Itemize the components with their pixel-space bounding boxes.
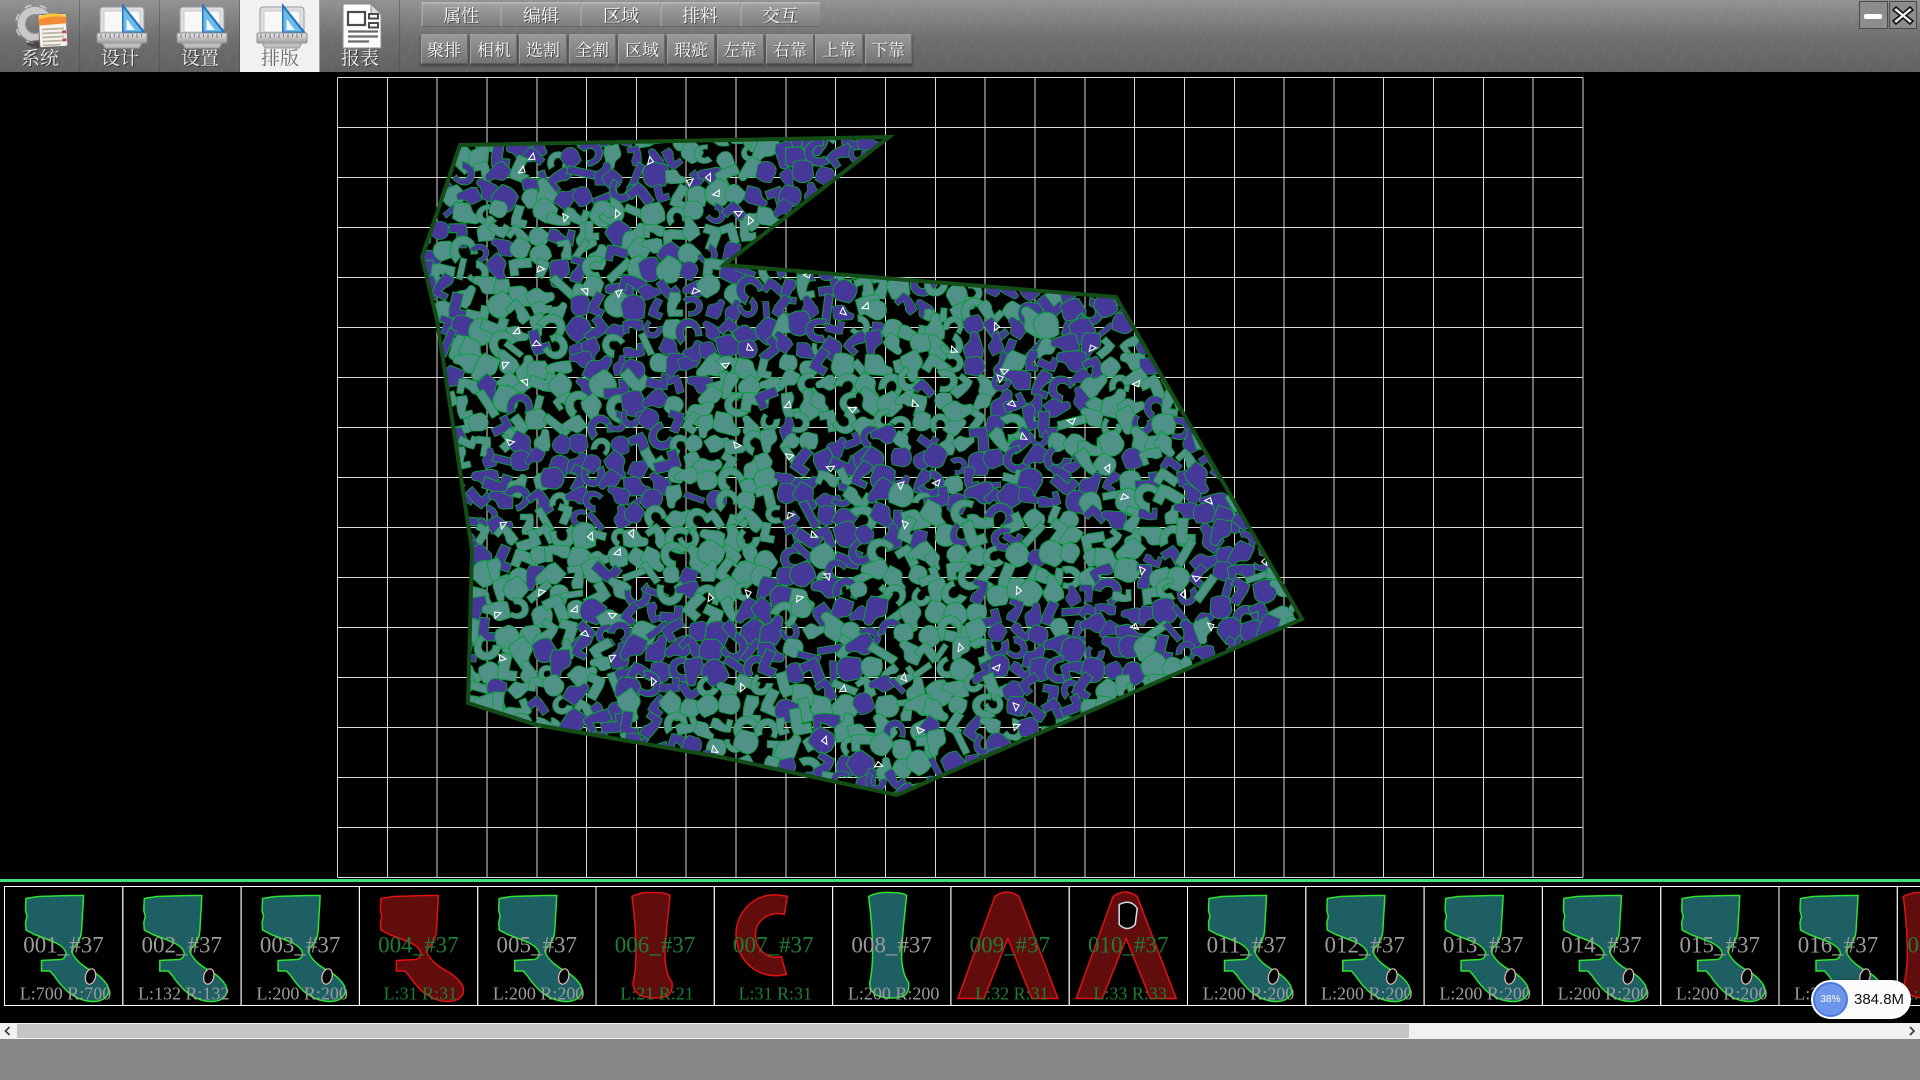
svg-text:001_#37: 001_#37 (23, 933, 104, 958)
svg-text:L:33 R:33: L:33 R:33 (1093, 984, 1167, 1004)
svg-text:L:31 R:31: L:31 R:31 (384, 984, 458, 1004)
svg-text:011_#37: 011_#37 (1207, 933, 1287, 958)
svg-text:L:32 R:31: L:32 R:31 (975, 984, 1049, 1004)
svg-text:007_#37: 007_#37 (733, 933, 814, 958)
svg-text:L:200 R:200: L:200 R:200 (1439, 984, 1531, 1004)
svg-text:L:132 R:132: L:132 R:132 (138, 984, 230, 1004)
svg-text:L:700 R:700: L:700 R:700 (20, 984, 112, 1004)
svg-text:009_#37: 009_#37 (970, 933, 1051, 958)
svg-text:015_#37: 015_#37 (1679, 933, 1760, 958)
svg-text:008_#37: 008_#37 (851, 933, 932, 958)
svg-text:L:200 R:200: L:200 R:200 (1676, 984, 1768, 1004)
svg-text:L:200 R:200: L:200 R:200 (256, 984, 348, 1004)
svg-text:010_#37: 010_#37 (1088, 933, 1169, 958)
svg-text:L:200 R:200: L:200 R:200 (848, 984, 940, 1004)
svg-text:003_#37: 003_#37 (260, 933, 341, 958)
svg-text:L:31 R:31: L:31 R:31 (739, 984, 813, 1004)
svg-text:006_#37: 006_#37 (615, 933, 696, 958)
svg-text:014_#37: 014_#37 (1561, 933, 1642, 958)
svg-text:002_#37: 002_#37 (142, 933, 223, 958)
svg-text:L:200 R:200: L:200 R:200 (1321, 984, 1413, 1004)
svg-text:004_#37: 004_#37 (378, 933, 459, 958)
svg-text:012_#37: 012_#37 (1325, 933, 1406, 958)
svg-text:013_#37: 013_#37 (1443, 933, 1524, 958)
svg-text:L:200 R:200: L:200 R:200 (1203, 984, 1295, 1004)
svg-text:016_#37: 016_#37 (1798, 933, 1879, 958)
svg-text:0: 0 (1908, 933, 1920, 958)
svg-text:L:200 R:200: L:200 R:200 (1558, 984, 1650, 1004)
svg-text:005_#37: 005_#37 (496, 933, 577, 958)
svg-text:L:200 R:200: L:200 R:200 (493, 984, 585, 1004)
svg-text:L:21 R:21: L:21 R:21 (620, 984, 694, 1004)
